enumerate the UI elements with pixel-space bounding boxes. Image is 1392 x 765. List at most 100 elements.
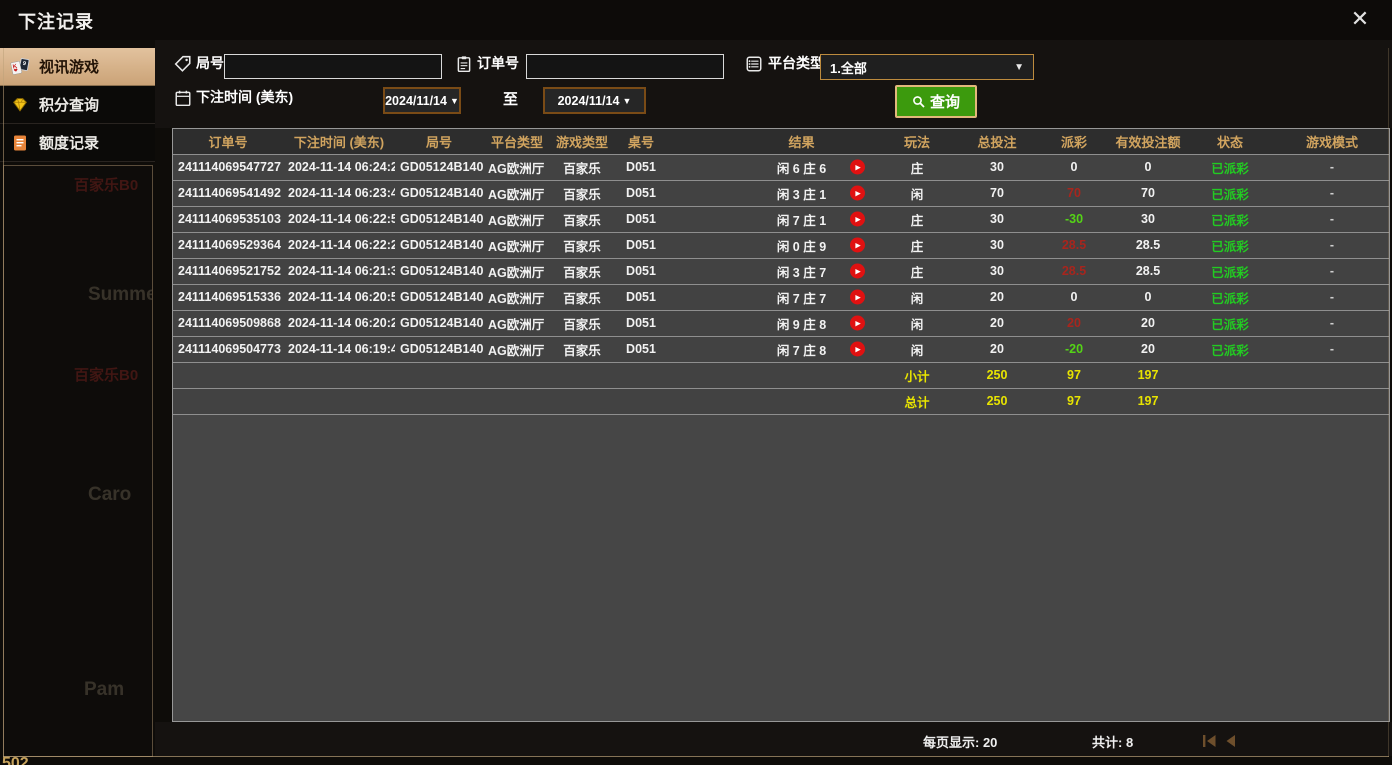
cell-payout: -20 (1039, 335, 1109, 362)
cell-result: 闲 7 庄 8 (669, 335, 879, 362)
cell-status: 已派彩 (1187, 179, 1273, 206)
play-video-icon[interactable] (850, 289, 865, 305)
cell-result: 闲 7 庄 1 (669, 205, 879, 232)
play-video-icon[interactable] (850, 263, 865, 279)
betting-records-dialog: 下注记录 ✕ 9 K 视讯游戏 积分查询 额度记录 百家乐B0 Summ 百家乐… (0, 0, 1392, 765)
bleed-corner-number: 502 (2, 755, 29, 765)
table-row: 241114069535103 2024-11-14 06:22:59 GD05… (173, 205, 1389, 232)
tab-label: 额度记录 (39, 135, 100, 152)
cell-valid-bet: 30 (1109, 205, 1187, 232)
cell-platform: AG欧洲厅 (483, 153, 551, 180)
order-input[interactable] (526, 54, 724, 79)
date-from-value: 2024/11/14 (385, 93, 447, 108)
records-table: 订单号 下注时间 (美东) 局号 平台类型 游戏类型 桌号 结果 玩法 总投注 … (173, 129, 1389, 415)
first-page-icon[interactable] (1202, 734, 1218, 748)
cell-round: GD05124B140NJ (395, 335, 483, 362)
document-icon (10, 133, 30, 153)
dialog-title: 下注记录 (18, 12, 94, 32)
tab-quota-records[interactable]: 额度记录 (0, 124, 155, 162)
records-table-panel: 订单号 下注时间 (美东) 局号 平台类型 游戏类型 桌号 结果 玩法 总投注 … (172, 128, 1390, 722)
cell-valid-bet: 0 (1109, 153, 1187, 180)
grand-total-row: 总计 250 97 197 (173, 387, 1389, 415)
cell-game: 百家乐 (551, 179, 613, 206)
play-video-icon[interactable] (850, 237, 865, 253)
cell-order: 241114069515336 (173, 283, 283, 310)
cell-platform: AG欧洲厅 (483, 231, 551, 258)
cell-time: 2024-11-14 06:22:25 (283, 231, 395, 258)
subtotal-payout: 97 (1039, 361, 1109, 388)
tab-video-games[interactable]: 9 K 视讯游戏 (0, 48, 155, 86)
query-button[interactable]: 查询 (895, 85, 977, 118)
result-text: 闲 7 庄 8 (776, 343, 827, 358)
cell-game: 百家乐 (551, 283, 613, 310)
cell-payout: 28.5 (1039, 231, 1109, 258)
header-play-type: 玩法 (879, 129, 955, 154)
cell-status: 已派彩 (1187, 335, 1273, 362)
cell-platform: AG欧洲厅 (483, 283, 551, 310)
diamond-icon (10, 95, 30, 115)
play-video-icon[interactable] (850, 185, 865, 201)
bleed-room-label: 百家乐B0 (74, 367, 139, 384)
cell-round: GD05124B140NN (395, 231, 483, 258)
table-row: 241114069515336 2024-11-14 06:20:56 GD05… (173, 283, 1389, 310)
cell-status: 已派彩 (1187, 205, 1273, 232)
cell-result: 闲 3 庄 1 (669, 179, 879, 206)
table-row: 241114069521752 2024-11-14 06:21:34 GD05… (173, 257, 1389, 284)
cell-payout: 0 (1039, 153, 1109, 180)
bet-time-label: 下注时间 (美东) (196, 89, 294, 105)
cell-table-no: D051 (613, 205, 669, 232)
query-button-label: 查询 (929, 94, 960, 111)
cell-total-bet: 20 (955, 335, 1039, 362)
platform-selected-value: 1.全部 (830, 60, 867, 76)
per-page-label: 每页显示: 20 (923, 735, 998, 750)
cell-round: GD05124B140NL (395, 283, 483, 310)
cell-time: 2024-11-14 06:19:44 (283, 335, 395, 362)
date-to-value: 2024/11/14 (557, 93, 620, 108)
tab-label: 视讯游戏 (39, 59, 100, 76)
platform-label: 平台类型 (768, 55, 824, 71)
previous-page-icon[interactable] (1224, 734, 1240, 748)
cell-status: 已派彩 (1187, 283, 1273, 310)
playing-cards-icon: 9 K (10, 57, 30, 77)
cell-time: 2024-11-14 06:24:24 (283, 153, 395, 180)
table-row: 241114069504773 2024-11-14 06:19:44 GD05… (173, 335, 1389, 362)
to-label: 至 (503, 91, 519, 108)
result-text: 闲 6 庄 6 (776, 161, 827, 176)
pagination-bar: 每页显示: 20 共计: 8 1 / 1 (155, 722, 1392, 756)
cell-valid-bet: 20 (1109, 335, 1187, 362)
header-total-bet: 总投注 (955, 129, 1039, 154)
cell-play-type: 闲 (879, 309, 955, 336)
round-input[interactable] (224, 54, 442, 79)
cell-payout: 20 (1039, 309, 1109, 336)
result-text: 闲 7 庄 7 (776, 291, 827, 306)
play-video-icon[interactable] (850, 211, 865, 227)
cell-play-type: 闲 (879, 283, 955, 310)
cell-valid-bet: 28.5 (1109, 231, 1187, 258)
cell-game: 百家乐 (551, 153, 613, 180)
play-video-icon[interactable] (850, 315, 865, 331)
play-video-icon[interactable] (850, 159, 865, 175)
play-video-icon[interactable] (850, 341, 865, 357)
date-to-picker[interactable]: 2024/11/14 (543, 87, 646, 114)
date-from-picker[interactable]: 2024/11/14 (383, 87, 461, 114)
header-valid-bet: 有效投注额 (1109, 129, 1187, 154)
close-icon[interactable]: ✕ (1346, 5, 1374, 33)
result-text: 闲 9 庄 8 (776, 317, 827, 332)
tab-points-query[interactable]: 积分查询 (0, 86, 155, 124)
filter-bar: 局号 订单号 平台类型 1.全部 下注时间 (美东) 2024/11/14 至 … (155, 40, 1392, 128)
cell-platform: AG欧洲厅 (483, 179, 551, 206)
cell-game: 百家乐 (551, 205, 613, 232)
cell-time: 2024-11-14 06:20:56 (283, 283, 395, 310)
platform-select[interactable]: 1.全部 (820, 54, 1034, 80)
result-text: 闲 7 庄 1 (776, 213, 827, 228)
cell-total-bet: 20 (955, 309, 1039, 336)
subtotal-label: 小计 (879, 361, 955, 388)
cell-result: 闲 7 庄 7 (669, 283, 879, 310)
cell-order: 241114069521752 (173, 257, 283, 284)
header-platform: 平台类型 (483, 129, 551, 154)
cell-total-bet: 30 (955, 257, 1039, 284)
cell-mode: - (1273, 231, 1389, 258)
order-label: 订单号 (477, 55, 519, 71)
result-text: 闲 3 庄 7 (776, 265, 827, 280)
bleed-dealer-name: Caro (88, 484, 132, 505)
